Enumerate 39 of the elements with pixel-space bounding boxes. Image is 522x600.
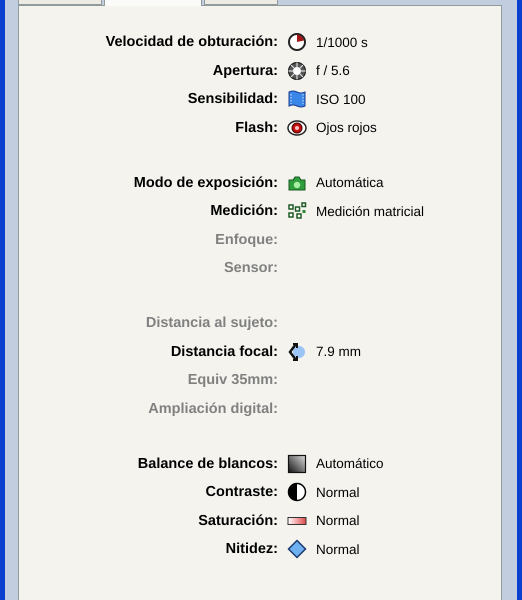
field-value: ISO 100 (316, 92, 367, 107)
field-value: Normal (316, 542, 361, 557)
field-value: Normal (316, 484, 361, 500)
field-label: Distancia al sujeto: (144, 315, 278, 332)
field-label: Sensor: (223, 260, 278, 276)
field-label: Enfoque: (214, 232, 278, 248)
field-label: Ampliación digital: (147, 400, 278, 417)
field-value: 7.9 mm (316, 344, 362, 360)
field-label: Contraste: (204, 484, 278, 500)
field-label: Velocidad de obturación: (104, 34, 278, 50)
field-label: Modo de exposición: (132, 174, 278, 191)
field-label: Medición: (209, 203, 278, 220)
aperture-icon (287, 60, 307, 81)
field-label: Distancia focal: (170, 344, 278, 360)
tab[interactable] (104, 0, 202, 6)
field-value: 1/1000 s (316, 34, 369, 50)
field-label: Saturación: (197, 512, 278, 529)
field-label: Flash: (234, 120, 278, 136)
film-icon (287, 89, 307, 110)
field-value: Automático (316, 456, 385, 472)
field-value: f / 5.6 (316, 63, 351, 78)
contrast-icon (287, 482, 307, 502)
matrix-icon (287, 201, 307, 222)
field-label: Apertura: (212, 62, 278, 79)
field-label: Balance de blancos: (136, 456, 278, 472)
field-label: Nitidez: (224, 541, 278, 558)
diamond-icon (287, 539, 307, 560)
field-label: Equiv 35mm: (186, 372, 278, 388)
field-value: Medición matricial (316, 204, 426, 219)
field-label: Sensibilidad: (186, 91, 278, 108)
tab[interactable] (18, 0, 102, 5)
field-value: Normal (316, 513, 361, 528)
field-value: Ojos rojos (316, 120, 378, 136)
tab[interactable] (204, 0, 278, 5)
stopwatch-icon (287, 32, 307, 52)
field-value: Automática (316, 175, 385, 190)
eye-icon (287, 118, 307, 138)
gradient-square-icon (287, 454, 307, 474)
focal-length-icon (287, 342, 307, 362)
